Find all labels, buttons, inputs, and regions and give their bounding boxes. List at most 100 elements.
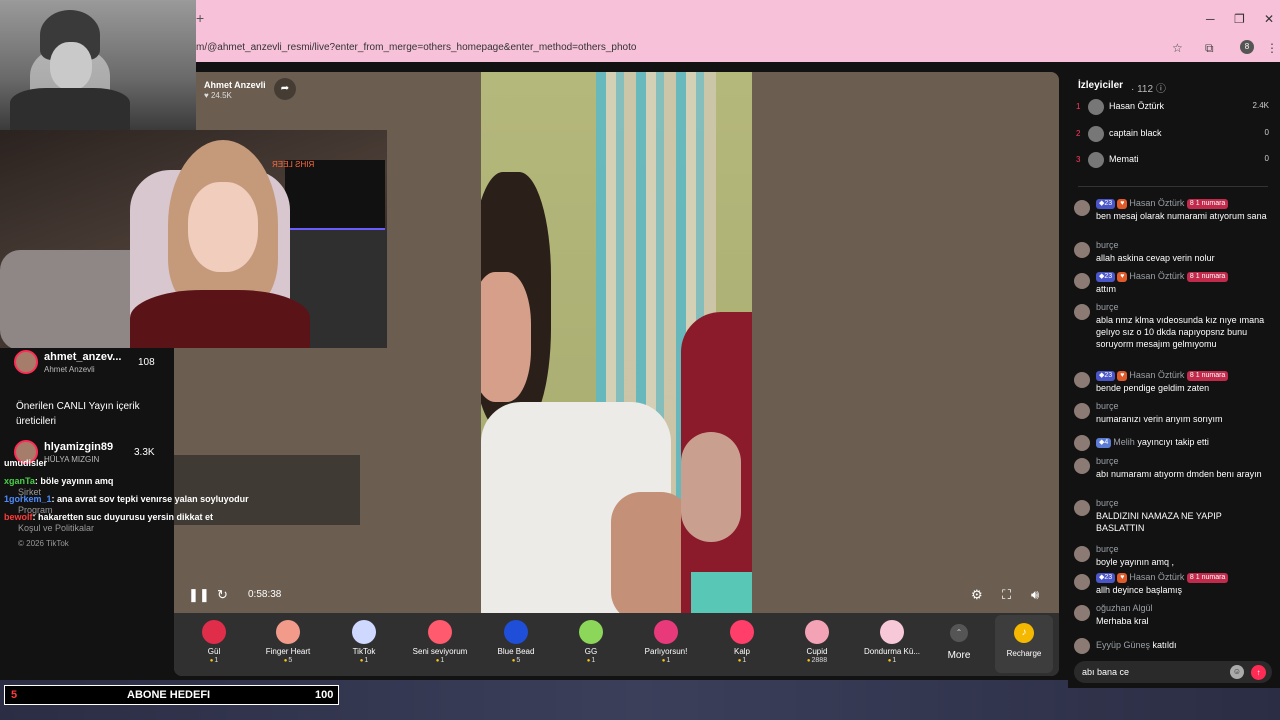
avatar[interactable] bbox=[1074, 435, 1090, 451]
pause-icon[interactable]: ❚❚ bbox=[188, 587, 210, 603]
suggested-heading-2: üreticileri bbox=[16, 416, 57, 427]
avatar[interactable] bbox=[1074, 458, 1090, 474]
minimize-button[interactable]: ─ bbox=[1206, 12, 1215, 26]
overlay-chat-line: bewolf: hakaretten suc duyurusu yersin d… bbox=[4, 512, 213, 522]
gift-price: 1 bbox=[180, 657, 248, 664]
new-tab-button[interactable]: + bbox=[196, 10, 204, 26]
chat-text: numaranızı verin arıyım sorıyım bbox=[1096, 414, 1223, 424]
gift-price: 2888 bbox=[783, 657, 851, 664]
avatar[interactable] bbox=[1074, 638, 1090, 654]
gift-icon bbox=[654, 620, 678, 644]
send-icon[interactable]: ↑ bbox=[1251, 665, 1266, 680]
chat-input[interactable] bbox=[1082, 665, 1222, 679]
chat-user[interactable]: burçe bbox=[1096, 401, 1119, 411]
viewer-rank: 3 bbox=[1076, 155, 1081, 164]
restore-button[interactable]: ❐ bbox=[1234, 12, 1245, 26]
emoji-icon[interactable]: ☺ bbox=[1230, 665, 1244, 679]
viewer-rank: 2 bbox=[1076, 129, 1081, 138]
chat-user[interactable]: Hasan Öztürk bbox=[1129, 572, 1184, 582]
host-name[interactable]: Ahmet Anzevli bbox=[204, 80, 266, 90]
chat-user[interactable]: burçe bbox=[1096, 498, 1119, 508]
gift-item[interactable]: Cupid2888 bbox=[783, 616, 851, 672]
avatar[interactable] bbox=[1074, 273, 1090, 289]
avatar bbox=[1088, 99, 1104, 115]
live-item-current[interactable]: ahmet_anzev... Ahmet Anzevli 108 bbox=[14, 350, 164, 380]
fullscreen-icon[interactable]: ⛶ bbox=[1002, 587, 1011, 603]
fan-badge: ♥ bbox=[1117, 370, 1128, 381]
overlay-chat-user: bewolf bbox=[4, 512, 33, 522]
chat-text: Merhaba kral bbox=[1096, 616, 1149, 626]
gift-name: Seni seviyorum bbox=[412, 647, 468, 656]
chat-user[interactable]: Hasan Öztürk bbox=[1129, 198, 1184, 208]
chat-user[interactable]: Eyyüp Güneş bbox=[1096, 640, 1150, 650]
avatar[interactable] bbox=[1074, 605, 1090, 621]
gift-name: TikTok bbox=[352, 647, 376, 656]
gift-price: 1 bbox=[330, 657, 398, 664]
chat-text: attım bbox=[1096, 284, 1117, 294]
more-gifts-button[interactable]: ⌃ More bbox=[940, 620, 978, 670]
avatar[interactable] bbox=[1074, 304, 1090, 320]
viewer-row[interactable]: 3 Memati 0 bbox=[1076, 151, 1271, 171]
url-text[interactable]: m/@ahmet_anzevli_resmi/live?enter_from_m… bbox=[196, 42, 636, 53]
viewer-row[interactable]: 1 Hasan Öztürk 2.4K bbox=[1076, 98, 1271, 118]
chat-user[interactable]: burçe bbox=[1096, 544, 1119, 554]
rank-tag: 8 1 numara bbox=[1186, 271, 1229, 282]
gift-item[interactable]: Kalp1 bbox=[708, 616, 776, 672]
level-badge: ◆23 bbox=[1096, 572, 1116, 583]
viewer-row[interactable]: 2 captain black 0 bbox=[1076, 125, 1271, 145]
overlay-chat-user: 1gorkem_1 bbox=[4, 494, 52, 504]
viewer-name: captain black bbox=[1109, 128, 1162, 138]
live-video[interactable] bbox=[481, 72, 752, 613]
volume-icon[interactable]: 🔊︎ bbox=[1031, 587, 1039, 603]
viewers-count: · 112 ⓘ bbox=[1131, 84, 1166, 95]
gift-name: Cupid bbox=[806, 647, 828, 656]
bookmark-star-icon[interactable]: ☆ bbox=[1172, 41, 1183, 55]
avatar[interactable] bbox=[1074, 500, 1090, 516]
avatar[interactable] bbox=[1074, 546, 1090, 562]
chat-user[interactable]: burçe bbox=[1096, 240, 1119, 250]
recharge-button[interactable]: ♪ Recharge bbox=[995, 615, 1053, 673]
avatar[interactable] bbox=[1074, 574, 1090, 590]
rank-tag: 8 1 numara bbox=[1186, 370, 1229, 381]
gift-name: Dondurma Kü... bbox=[863, 647, 921, 656]
subscriber-goal-bar: 5 ABONE HEDEFI 100 bbox=[4, 685, 339, 705]
chat-user[interactable]: oğuzhan Algül bbox=[1096, 603, 1153, 613]
gift-item[interactable]: Gül1 bbox=[180, 616, 248, 672]
settings-gear-icon[interactable]: ⚙ bbox=[971, 587, 983, 603]
share-icon[interactable]: ➦ bbox=[274, 78, 296, 100]
viewer-score: 2.4K bbox=[1252, 101, 1269, 110]
avatar[interactable] bbox=[1074, 242, 1090, 258]
avatar[interactable] bbox=[1074, 200, 1090, 216]
chat-text: abla nmz klma vıdeosunda kız nıye ımana … bbox=[1096, 315, 1265, 349]
avatar[interactable] bbox=[1074, 372, 1090, 388]
gift-item[interactable]: GG1 bbox=[557, 616, 625, 672]
gift-item[interactable]: Blue Bead5 bbox=[482, 616, 550, 672]
viewer-score: 0 bbox=[1264, 154, 1269, 163]
chat-user[interactable]: burçe bbox=[1096, 302, 1119, 312]
gift-icon bbox=[202, 620, 226, 644]
chat-user[interactable]: burçe bbox=[1096, 456, 1119, 466]
chat-user[interactable]: Hasan Öztürk bbox=[1129, 271, 1184, 281]
address-bar[interactable]: m/@ahmet_anzevli_resmi/live?enter_from_m… bbox=[196, 36, 1280, 62]
gift-item[interactable]: Seni seviyorum1 bbox=[406, 616, 474, 672]
gift-icon bbox=[276, 620, 300, 644]
chat-user[interactable]: Hasan Öztürk bbox=[1129, 370, 1184, 380]
gift-item[interactable]: TikTok1 bbox=[330, 616, 398, 672]
chat-user[interactable]: Melih bbox=[1113, 437, 1135, 447]
browser-menu-icon[interactable]: ⋮ bbox=[1266, 41, 1278, 55]
gift-name: Parlıyorsun! bbox=[644, 647, 688, 656]
refresh-icon[interactable]: ↻ bbox=[217, 587, 228, 603]
footer-link-terms[interactable]: Koşul ve Politikalar bbox=[18, 523, 94, 533]
gift-item[interactable]: Finger Heart5 bbox=[254, 616, 322, 672]
avatar[interactable] bbox=[1074, 403, 1090, 419]
gift-item[interactable]: Dondurma Kü...1 bbox=[858, 616, 926, 672]
gift-item[interactable]: Parlıyorsun!1 bbox=[632, 616, 700, 672]
close-window-button[interactable]: ✕ bbox=[1264, 12, 1274, 26]
browser-titlebar: + bbox=[196, 0, 1280, 36]
rank-tag: 8 1 numara bbox=[1186, 198, 1229, 209]
viewer-name: Hasan Öztürk bbox=[1109, 101, 1165, 111]
profile-avatar[interactable]: 8 bbox=[1240, 40, 1254, 54]
gift-price: 1 bbox=[858, 657, 926, 664]
chat-text: yayıncıyı takip etti bbox=[1137, 437, 1209, 447]
extensions-icon[interactable]: ⧉ bbox=[1205, 41, 1214, 56]
